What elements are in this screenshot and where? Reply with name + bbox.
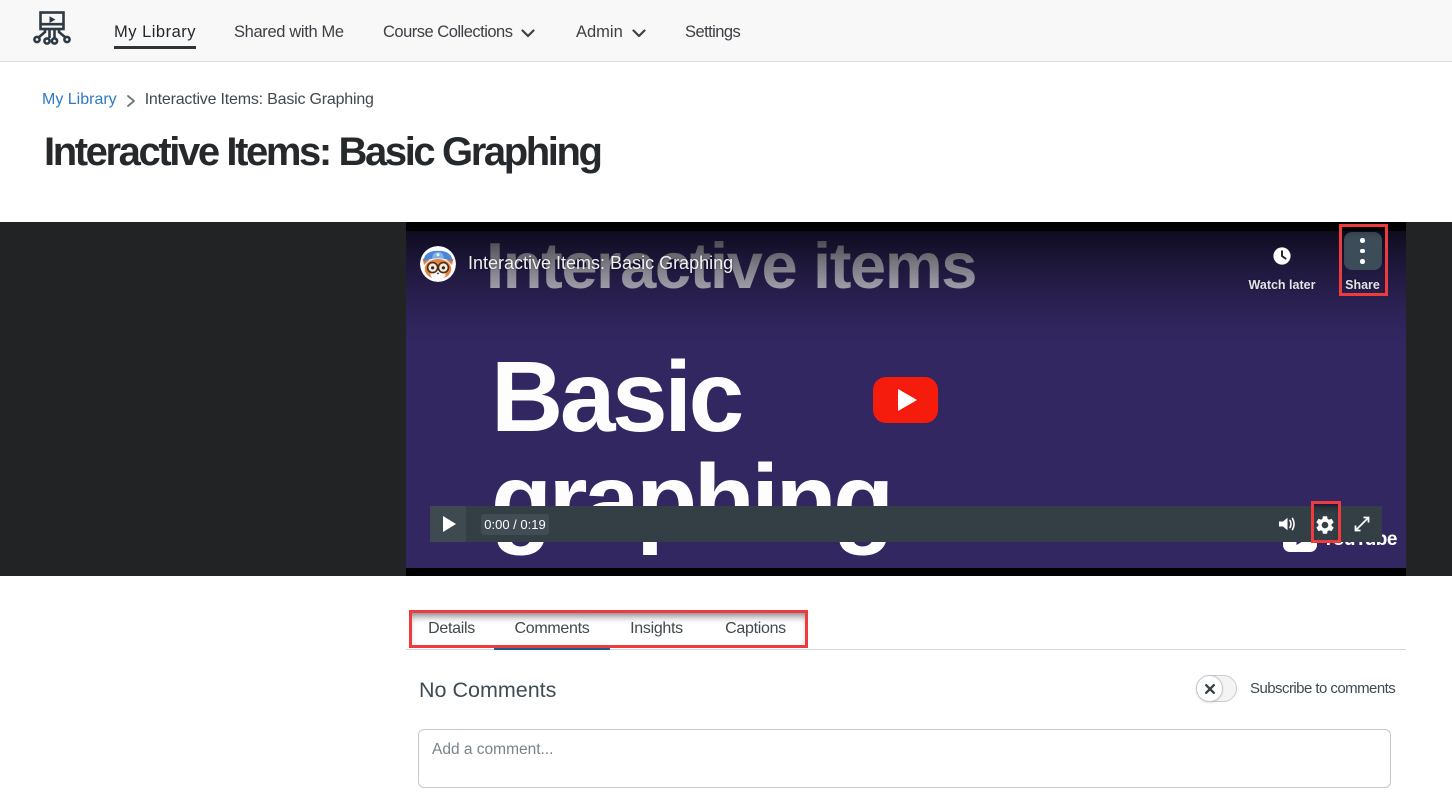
video-slide-text-line2: Basic xyxy=(491,347,741,447)
play-icon xyxy=(443,516,456,532)
play-button[interactable] xyxy=(430,506,466,542)
media-library-logo-icon[interactable] xyxy=(33,11,71,52)
breadcrumb-current: Interactive Items: Basic Graphing xyxy=(145,91,374,109)
letterbox-top xyxy=(406,222,1406,231)
no-comments-heading: No Comments xyxy=(419,678,556,703)
nav-shared-with-me[interactable]: Shared with Me xyxy=(234,23,344,42)
watch-later-label: Watch later xyxy=(1244,278,1320,292)
letterbox-bottom xyxy=(406,568,1406,576)
volume-icon[interactable] xyxy=(1277,514,1297,534)
chevron-right-icon xyxy=(126,94,136,108)
video-title-overlay[interactable]: Interactive Items: Basic Graphing xyxy=(468,253,733,274)
clock-icon xyxy=(1273,247,1291,265)
watch-later-button[interactable]: Watch later xyxy=(1244,247,1320,292)
page-title: Interactive Items: Basic Graphing xyxy=(44,130,601,175)
toggle-knob xyxy=(1196,675,1223,702)
logo-play-glyph xyxy=(50,16,56,23)
breadcrumb: My Library Interactive Items: Basic Grap… xyxy=(42,91,374,108)
screen: My Library Shared with Me Course Collect… xyxy=(0,0,1452,810)
annotation-gear xyxy=(1311,501,1341,543)
nav-settings[interactable]: Settings xyxy=(685,23,740,42)
play-icon xyxy=(898,389,917,411)
chevron-down-icon xyxy=(521,29,535,38)
annotation-tabs xyxy=(409,610,808,648)
channel-avatar[interactable] xyxy=(420,246,456,282)
comment-box xyxy=(418,729,1391,788)
annotation-share xyxy=(1339,224,1388,296)
fullscreen-icon[interactable] xyxy=(1352,514,1372,534)
nav-my-library[interactable]: My Library xyxy=(114,23,196,42)
top-navigation: My Library Shared with Me Course Collect… xyxy=(0,0,1452,62)
breadcrumb-my-library-link[interactable]: My Library xyxy=(42,91,117,109)
subscribe-to-comments-label: Subscribe to comments xyxy=(1250,680,1395,697)
x-icon xyxy=(1204,683,1216,695)
nav-course-collections[interactable]: Course Collections xyxy=(383,23,535,42)
player-band: Interactive items Basic graphing xyxy=(0,222,1452,576)
chevron-down-icon xyxy=(632,29,646,38)
comment-input[interactable] xyxy=(419,730,1390,787)
youtube-big-play-button[interactable] xyxy=(873,377,938,423)
youtube-video-player[interactable]: Interactive items Basic graphing xyxy=(406,222,1406,576)
video-control-bar: 0:00 / 0:19 xyxy=(430,506,1382,542)
subscribe-toggle[interactable] xyxy=(1196,675,1237,702)
nav-admin[interactable]: Admin xyxy=(576,23,646,42)
nav-active-underline xyxy=(114,46,196,49)
time-display: 0:00 / 0:19 xyxy=(481,514,549,535)
